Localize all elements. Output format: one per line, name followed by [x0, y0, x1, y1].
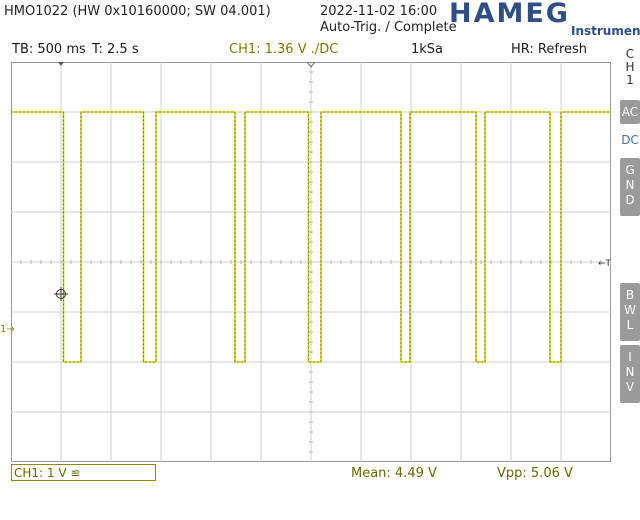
mean-measurement: Mean: 4.49 V: [351, 466, 437, 481]
gnd-coupling-button[interactable]: G N D: [620, 158, 640, 216]
graticule: [11, 62, 611, 462]
arrow-right-icon: →: [6, 324, 15, 335]
scope-display: [11, 62, 611, 462]
trigger-status: Auto-Trig. / Complete: [320, 20, 457, 35]
device-id: HMO1022 (HW 0x10160000; SW 04.001): [4, 4, 271, 19]
cursor-crosshair: [54, 287, 68, 301]
arrow-left-icon: ←: [598, 259, 606, 269]
bandwidth-limit-button[interactable]: B W L: [620, 283, 640, 341]
trigger-level-marker: ←T: [598, 259, 612, 269]
hameg-logo: HAMEG: [449, 0, 570, 29]
trigger-position-marker: [58, 62, 64, 66]
channel-menu-label: C H 1: [625, 47, 635, 87]
time-readout: T: 2.5 s: [92, 42, 139, 57]
channel-setting-box[interactable]: CH1: 1 V ≌: [11, 464, 156, 481]
channel-level-marker: 1→: [0, 324, 15, 335]
sample-rate-readout: 1kSa: [411, 42, 444, 57]
timebase-readout: TB: 500 ms: [12, 42, 86, 57]
capture-datetime: 2022-11-02 16:00: [320, 4, 438, 19]
acquisition-mode-readout: HR: Refresh: [511, 42, 588, 57]
hameg-logo-sub: Instruments: [571, 24, 640, 38]
invert-button[interactable]: I N V: [620, 345, 640, 403]
channel-readout: CH1: 1.36 V ./DC: [229, 42, 339, 57]
vpp-measurement: Vpp: 5.06 V: [497, 466, 573, 481]
dc-coupling-button[interactable]: DC: [620, 133, 640, 147]
ac-coupling-button[interactable]: AC: [620, 100, 640, 124]
